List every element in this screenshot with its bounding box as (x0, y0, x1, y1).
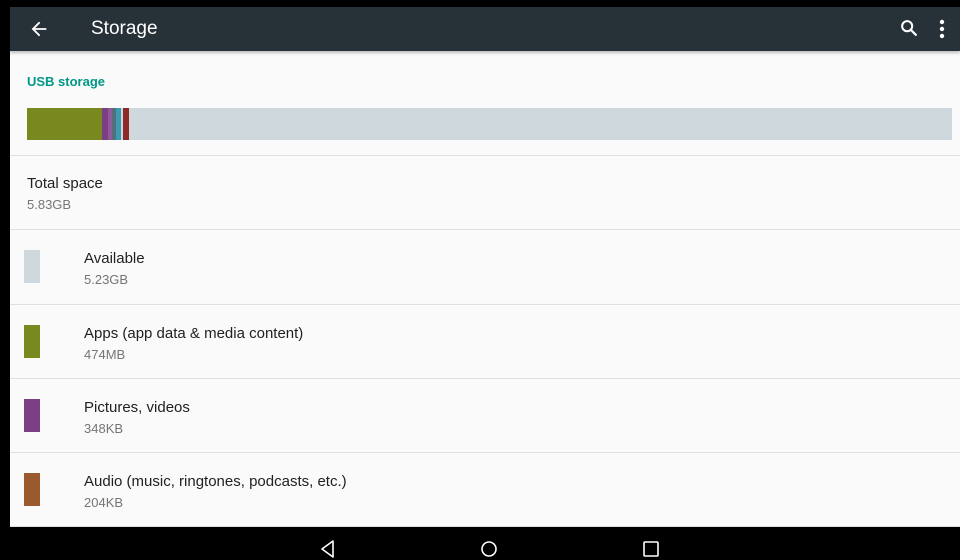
section-header-usb-storage: USB storage (27, 74, 106, 89)
nav-recents-icon[interactable] (640, 538, 662, 560)
color-swatch (24, 325, 40, 358)
item-size: 5.23GB (84, 272, 129, 287)
item-label: Available (84, 250, 145, 267)
more-options-icon[interactable] (936, 17, 948, 41)
item-label: Pictures, videos (84, 399, 190, 416)
total-space-item: Total space 5.83GB (27, 175, 103, 213)
divider (10, 155, 960, 156)
back-arrow-icon[interactable] (28, 18, 50, 40)
storage-usage-bar (27, 108, 952, 140)
nav-back-icon[interactable] (317, 538, 339, 560)
color-swatch (24, 399, 40, 432)
usage-segment-apps (27, 108, 102, 140)
storage-screen: Storage USB storage Total space 5.83GB A… (10, 7, 960, 527)
system-nav-bar (0, 527, 960, 559)
page-title: Storage (91, 18, 158, 39)
app-bar: Storage (10, 7, 960, 51)
color-swatch (24, 473, 40, 506)
storage-item-apps[interactable]: Apps (app data & media content) 474MB (10, 305, 960, 379)
item-label: Audio (music, ringtones, podcasts, etc.) (84, 473, 347, 490)
storage-item-audio[interactable]: Audio (music, ringtones, podcasts, etc.)… (10, 453, 960, 527)
color-swatch (24, 250, 40, 283)
item-label: Apps (app data & media content) (84, 325, 304, 342)
item-size: 474MB (84, 347, 126, 362)
nav-home-icon[interactable] (478, 538, 500, 560)
usage-segment-other-5 (123, 108, 129, 140)
total-space-value: 5.83GB (27, 197, 72, 212)
storage-item-available[interactable]: Available 5.23GB (10, 230, 960, 304)
item-size: 348KB (84, 421, 124, 436)
total-space-title: Total space (27, 175, 103, 192)
search-icon[interactable] (898, 17, 920, 39)
storage-item-pictures-videos[interactable]: Pictures, videos 348KB (10, 379, 960, 453)
item-size: 204KB (84, 495, 124, 510)
